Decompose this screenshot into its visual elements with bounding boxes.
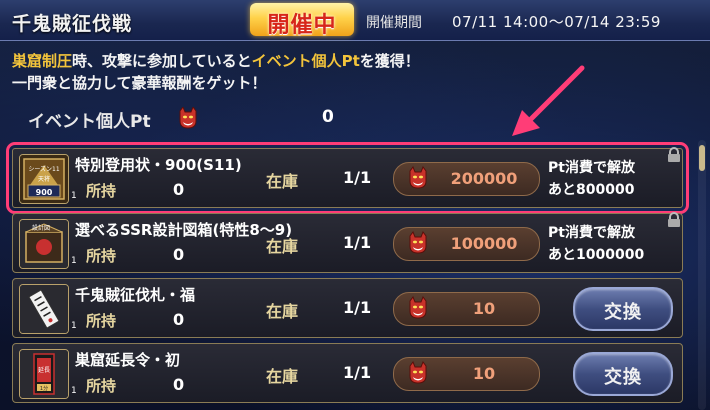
reward-row-3[interactable]: 1 千鬼賊征伐札・福 所持 0 在庫 1/1 10 交換 [12,278,683,338]
item-name: 選べるSSR設計図箱(特性8〜9) [75,221,293,239]
oni-mask-icon [178,105,198,133]
price-pill: 10 [393,292,540,326]
description-highlight-nest: 巣窟制圧 [12,52,73,70]
stock-label: 在庫 [266,367,299,386]
price-pill: 100000 [393,227,540,261]
item-name: 巣窟延長令・初 [75,351,181,369]
exchange-button[interactable]: 交換 [573,352,673,396]
event-title: 千鬼賊征伐戦 [12,13,133,35]
reward-row-4[interactable]: 延長 1分 1 巣窟延長令・初 所持 0 在庫 1/1 10 交換 [12,343,683,403]
exchange-button[interactable]: 交換 [573,287,673,331]
price-value: 100000 [450,234,518,253]
svg-text:延長: 延長 [38,366,50,374]
event-header: 千鬼賊征伐戦 開催中 開催期間 07/11 14:00〜07/14 23:59 [0,0,710,41]
period-label: 開催期間 [366,15,422,31]
price-value: 10 [472,299,496,318]
svg-text:900: 900 [36,188,53,197]
item-count: 1 [71,191,77,201]
held-label: 所持 [86,377,117,395]
item-count: 1 [71,256,77,266]
item-count: 1 [71,321,77,331]
svg-text:天将: 天将 [38,175,50,183]
held-value: 0 [173,245,185,264]
personal-pt-value: 0 [322,107,334,127]
item-icon-nest-extension: 延長 1分 [19,349,69,399]
unlock-remaining: あと1000000 [548,247,645,263]
item-icon-blueprint-box: 設計図 [19,219,69,269]
period-value: 07/11 14:00〜07/14 23:59 [452,13,661,31]
unlock-condition-label: Pt消費で解放 [548,160,635,176]
live-status-text: 開催中 [267,13,337,38]
unlock-condition-label: Pt消費で解放 [548,225,635,241]
lock-icon [666,212,682,232]
description-text-1: 時、攻撃に参加していると [72,52,252,70]
stock-value: 1/1 [343,168,372,187]
price-pill: 200000 [393,162,540,196]
oni-mask-icon [408,165,428,194]
lock-icon [666,147,682,167]
held-value: 0 [173,180,185,199]
oni-mask-icon [408,295,428,324]
item-name: 特別登用状・900(S11) [75,156,242,174]
item-icon-recruit-letter: シーズン11 天将 900 [19,154,69,204]
description-highlight-pt: イベント個人Pt [251,52,360,70]
event-description: 巣窟制圧時、攻撃に参加しているとイベント個人Ptを獲得！ 一門衆と協力して豪華報… [12,50,420,94]
held-label: 所持 [86,182,117,200]
exchange-button-label: 交換 [604,367,642,388]
stock-value: 1/1 [343,298,372,317]
oni-mask-icon [408,360,428,389]
stock-value: 1/1 [343,363,372,382]
price-value: 200000 [450,169,518,188]
svg-text:シーズン11: シーズン11 [28,165,60,173]
held-label: 所持 [86,247,117,265]
svg-text:1分: 1分 [40,385,48,392]
personal-pt-label: イベント個人Pt [28,112,151,132]
live-status-badge: 開催中 [250,3,354,38]
stock-label: 在庫 [266,302,299,321]
scrollbar-thumb[interactable] [699,145,705,171]
scrollbar-track[interactable] [698,140,706,410]
stock-label: 在庫 [266,237,299,256]
held-label: 所持 [86,312,117,330]
svg-text:設計図: 設計図 [32,224,50,232]
held-value: 0 [173,375,185,394]
item-name: 千鬼賊征伐札・福 [75,286,196,304]
stock-label: 在庫 [266,172,299,191]
description-line-1: 巣窟制圧時、攻撃に参加しているとイベント個人Ptを獲得！ [12,50,420,72]
exchange-button-label: 交換 [604,302,642,323]
description-line-2: 一門衆と協力して豪華報酬をゲット！ [12,74,267,92]
item-count: 1 [71,386,77,396]
description-text-2: を獲得！ [359,52,420,70]
stock-value: 1/1 [343,233,372,252]
reward-row-1[interactable]: シーズン11 天将 900 1 特別登用状・900(S11) 所持 0 在庫 1… [6,142,689,214]
price-value: 10 [472,364,496,383]
price-pill: 10 [393,357,540,391]
unlock-remaining: あと800000 [548,182,635,198]
held-value: 0 [173,310,185,329]
reward-row-2[interactable]: 設計図 1 選べるSSR設計図箱(特性8〜9) 所持 0 在庫 1/1 1000… [12,212,683,273]
oni-mask-icon [408,230,428,259]
item-icon-subjugation-tag [19,284,69,334]
